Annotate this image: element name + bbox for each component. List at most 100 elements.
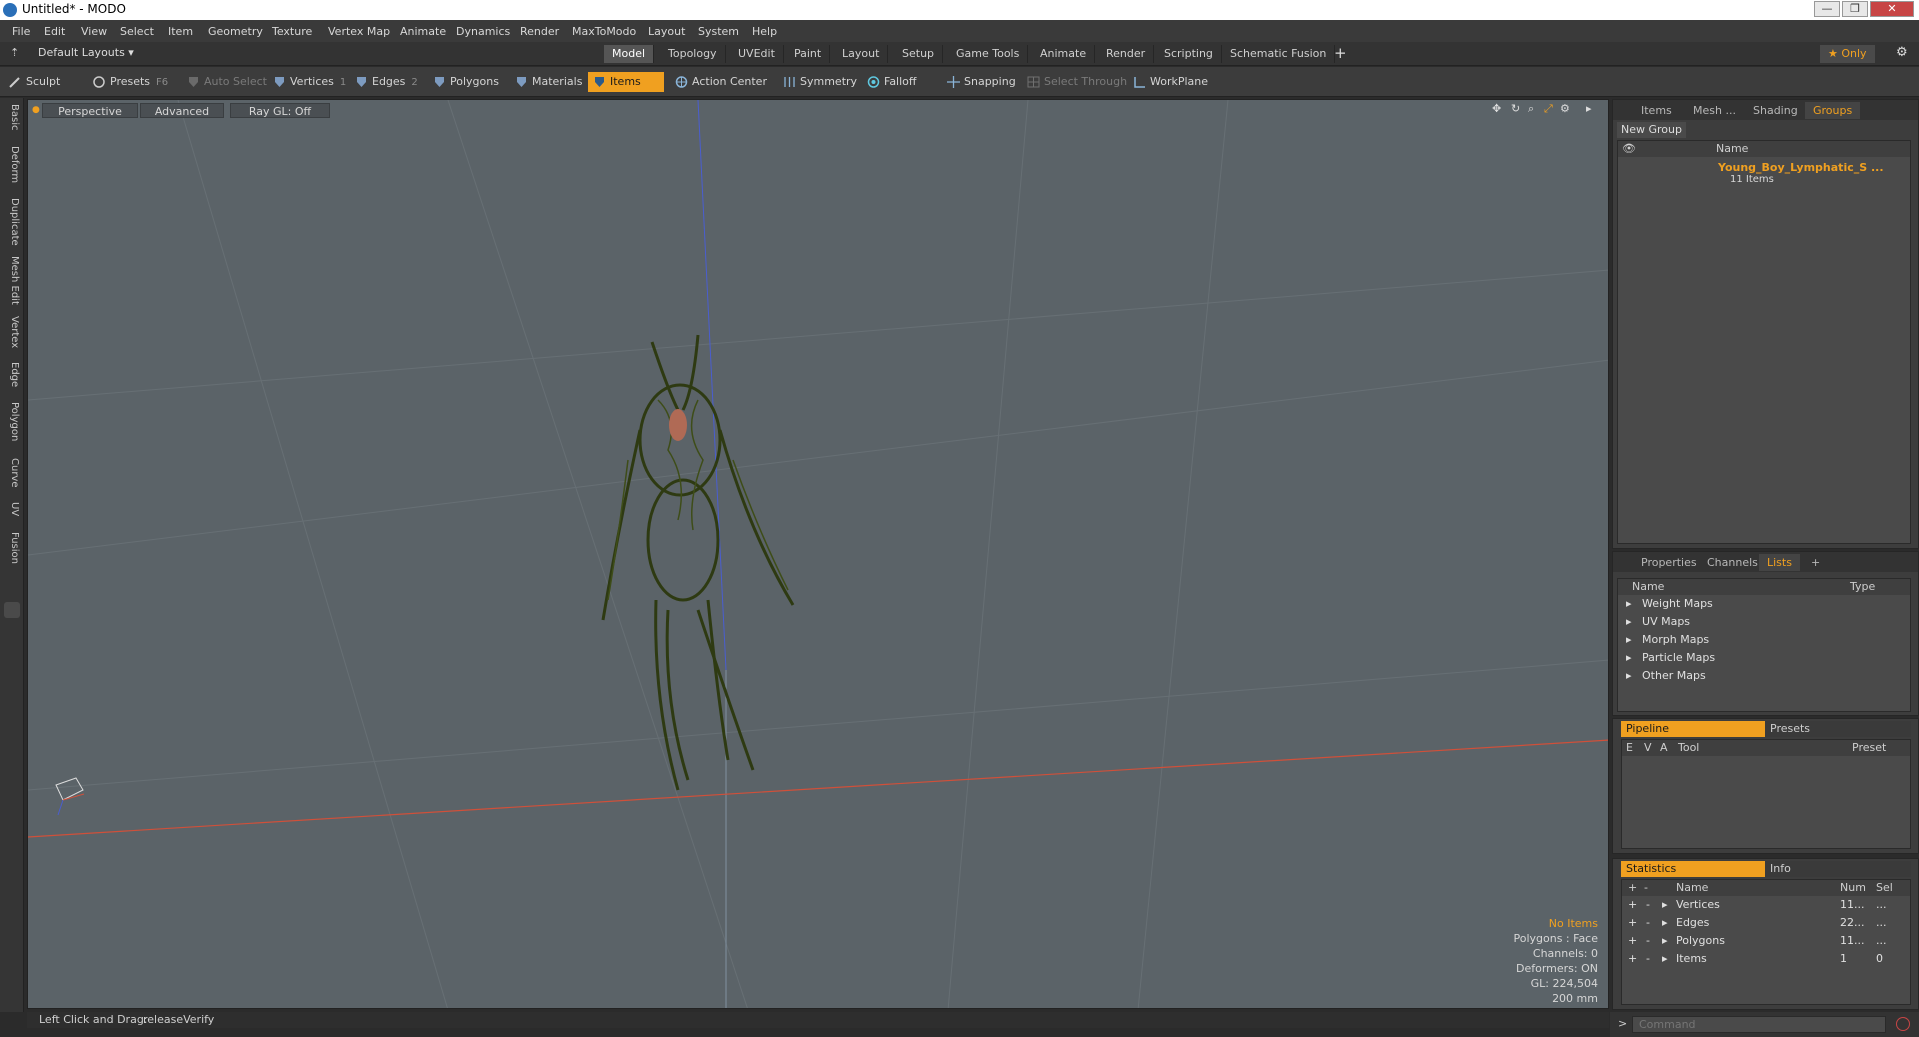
menu-help[interactable]: Help bbox=[752, 25, 777, 38]
viewport-dot-icon[interactable]: ● bbox=[32, 105, 40, 115]
vtab-basic[interactable]: Basic bbox=[9, 104, 20, 130]
menu-texture[interactable]: Texture bbox=[272, 25, 312, 38]
table-row[interactable]: + - ▸ Vertices 11... ... bbox=[1622, 896, 1910, 914]
list-item[interactable]: ▸ Particle Maps bbox=[1626, 649, 1715, 667]
menu-vertex-map[interactable]: Vertex Map bbox=[328, 25, 390, 38]
command-input[interactable] bbox=[1632, 1016, 1886, 1033]
row-arrow-icon[interactable]: ▸ bbox=[1662, 950, 1668, 968]
menu-render[interactable]: Render bbox=[520, 25, 559, 38]
row-arrow-icon[interactable]: ▸ bbox=[1662, 896, 1668, 914]
pan-icon[interactable]: ✥ bbox=[1492, 102, 1501, 115]
symmetry-button[interactable]: Symmetry bbox=[778, 72, 863, 92]
collapse-minus-icon[interactable]: - bbox=[1646, 896, 1650, 914]
tab-render[interactable]: Render bbox=[1098, 45, 1155, 63]
3d-viewport[interactable]: ● Perspective Advanced Ray GL: Off ✥ ↻ ⌕… bbox=[27, 99, 1609, 1009]
tab-statistics[interactable]: Statistics bbox=[1621, 861, 1765, 877]
tab-scripting[interactable]: Scripting bbox=[1156, 45, 1222, 63]
tab-animate[interactable]: Animate bbox=[1032, 45, 1096, 63]
polygons-button[interactable]: Polygons bbox=[428, 72, 505, 92]
vtab-uv[interactable]: UV bbox=[9, 502, 20, 516]
presets-button[interactable]: Presets F6 bbox=[88, 72, 174, 92]
menu-dynamics[interactable]: Dynamics bbox=[456, 25, 510, 38]
tab-model[interactable]: Model bbox=[604, 45, 655, 63]
materials-button[interactable]: Materials bbox=[510, 72, 588, 92]
select-through-button[interactable]: Select Through bbox=[1022, 72, 1133, 92]
maximize-button[interactable]: ❐ bbox=[1842, 1, 1868, 17]
list-item[interactable]: ▸ Weight Maps bbox=[1626, 595, 1713, 613]
menu-system[interactable]: System bbox=[698, 25, 739, 38]
table-row[interactable]: + - ▸ Items 1 0 bbox=[1622, 950, 1910, 968]
collapse-minus-icon[interactable]: - bbox=[1646, 914, 1650, 932]
vtab-polygon[interactable]: Polygon bbox=[9, 402, 20, 441]
vtab-duplicate[interactable]: Duplicate bbox=[9, 198, 20, 246]
vtab-edge[interactable]: Edge bbox=[9, 362, 20, 387]
menu-view[interactable]: View bbox=[81, 25, 107, 38]
maximize-viewport-icon[interactable]: ⤢ bbox=[1544, 102, 1553, 116]
tab-schematic-fusion[interactable]: Schematic Fusion bbox=[1222, 45, 1336, 63]
tab-paint[interactable]: Paint bbox=[786, 45, 831, 63]
layout-selector[interactable]: Default Layouts ▾ bbox=[38, 46, 134, 59]
menu-animate[interactable]: Animate bbox=[400, 25, 446, 38]
record-macro-icon[interactable] bbox=[1896, 1017, 1910, 1031]
menu-edit[interactable]: Edit bbox=[44, 25, 65, 38]
vtab-fusion[interactable]: Fusion bbox=[9, 532, 20, 564]
rotate-icon[interactable]: ↻ bbox=[1511, 102, 1520, 115]
falloff-button[interactable]: Falloff bbox=[862, 72, 922, 92]
expand-plus-icon[interactable]: + bbox=[1628, 914, 1637, 932]
menu-geometry[interactable]: Geometry bbox=[208, 25, 263, 38]
row-arrow-icon[interactable]: ▸ bbox=[1662, 914, 1668, 932]
tab-mesh[interactable]: Mesh ... bbox=[1685, 102, 1744, 119]
advanced-dropdown[interactable]: Advanced bbox=[140, 103, 224, 118]
collapse-minus-icon[interactable]: - bbox=[1646, 950, 1650, 968]
expand-plus-icon[interactable]: + bbox=[1628, 932, 1637, 950]
only-toggle[interactable]: ★ Only bbox=[1820, 45, 1875, 63]
snapping-button[interactable]: Snapping bbox=[942, 72, 1022, 92]
close-button[interactable]: ✕ bbox=[1870, 1, 1914, 17]
viewport-menu-arrow-icon[interactable]: ▸ bbox=[1586, 102, 1592, 115]
menu-select[interactable]: Select bbox=[120, 25, 154, 38]
tab-properties[interactable]: Properties bbox=[1633, 554, 1705, 571]
table-row[interactable]: + - ▸ Polygons 11... ... bbox=[1622, 932, 1910, 950]
collapse-minus-icon[interactable]: - bbox=[1646, 932, 1650, 950]
list-item[interactable]: ▸ Other Maps bbox=[1626, 667, 1706, 685]
tab-shading[interactable]: Shading bbox=[1745, 102, 1806, 119]
expand-plus-icon[interactable]: + bbox=[1628, 896, 1637, 914]
list-item[interactable]: ▸ Morph Maps bbox=[1626, 631, 1709, 649]
tab-lists[interactable]: Lists bbox=[1759, 554, 1800, 571]
menu-item[interactable]: Item bbox=[168, 25, 193, 38]
new-group-button[interactable]: New Group bbox=[1617, 122, 1686, 138]
tab-presets[interactable]: Presets bbox=[1765, 721, 1911, 737]
menu-file[interactable]: File bbox=[12, 25, 30, 38]
zoom-icon[interactable]: ⌕ bbox=[1528, 102, 1534, 116]
add-panel-tab-button[interactable]: + bbox=[1803, 554, 1828, 571]
edges-button[interactable]: Edges 2 bbox=[350, 72, 424, 92]
tab-setup[interactable]: Setup bbox=[894, 45, 944, 63]
expand-plus-icon[interactable]: + bbox=[1628, 950, 1637, 968]
tab-topology[interactable]: Topology bbox=[660, 45, 726, 63]
menu-maxtomodo[interactable]: MaxToModo bbox=[572, 25, 636, 38]
minimize-button[interactable]: — bbox=[1814, 1, 1840, 17]
items-button[interactable]: Items bbox=[588, 72, 664, 92]
vtab-curve[interactable]: Curve bbox=[9, 458, 20, 488]
menu-layout[interactable]: Layout bbox=[648, 25, 685, 38]
add-tab-button[interactable]: + bbox=[1334, 44, 1347, 62]
tab-game-tools[interactable]: Game Tools bbox=[948, 45, 1029, 63]
layout-pin-icon[interactable]: ⇡ bbox=[10, 46, 19, 59]
viewport-settings-icon[interactable]: ⚙ bbox=[1560, 102, 1570, 115]
vtab-mesh-edit[interactable]: Mesh Edit bbox=[9, 256, 20, 305]
tab-layout[interactable]: Layout bbox=[834, 45, 889, 63]
tab-info[interactable]: Info bbox=[1765, 861, 1911, 877]
vertices-button[interactable]: Vertices 1 bbox=[268, 72, 352, 92]
tab-pipeline[interactable]: Pipeline bbox=[1621, 721, 1765, 737]
toggle-toolbox-button[interactable] bbox=[4, 602, 20, 618]
gear-icon[interactable]: ⚙ bbox=[1896, 45, 1908, 60]
group-row[interactable]: Young_Boy_Lymphatic_S ... 11 Items bbox=[1618, 159, 1910, 189]
visibility-eye-icon[interactable]: 👁 bbox=[1622, 141, 1636, 157]
list-item[interactable]: ▸ UV Maps bbox=[1626, 613, 1690, 631]
raygl-toggle[interactable]: Ray GL: Off bbox=[230, 103, 330, 118]
sculpt-button[interactable]: Sculpt bbox=[4, 72, 66, 92]
action-center-button[interactable]: Action Center bbox=[670, 72, 773, 92]
vtab-deform[interactable]: Deform bbox=[9, 146, 20, 183]
perspective-dropdown[interactable]: Perspective bbox=[42, 103, 138, 118]
tab-uvedit[interactable]: UVEdit bbox=[730, 45, 784, 63]
